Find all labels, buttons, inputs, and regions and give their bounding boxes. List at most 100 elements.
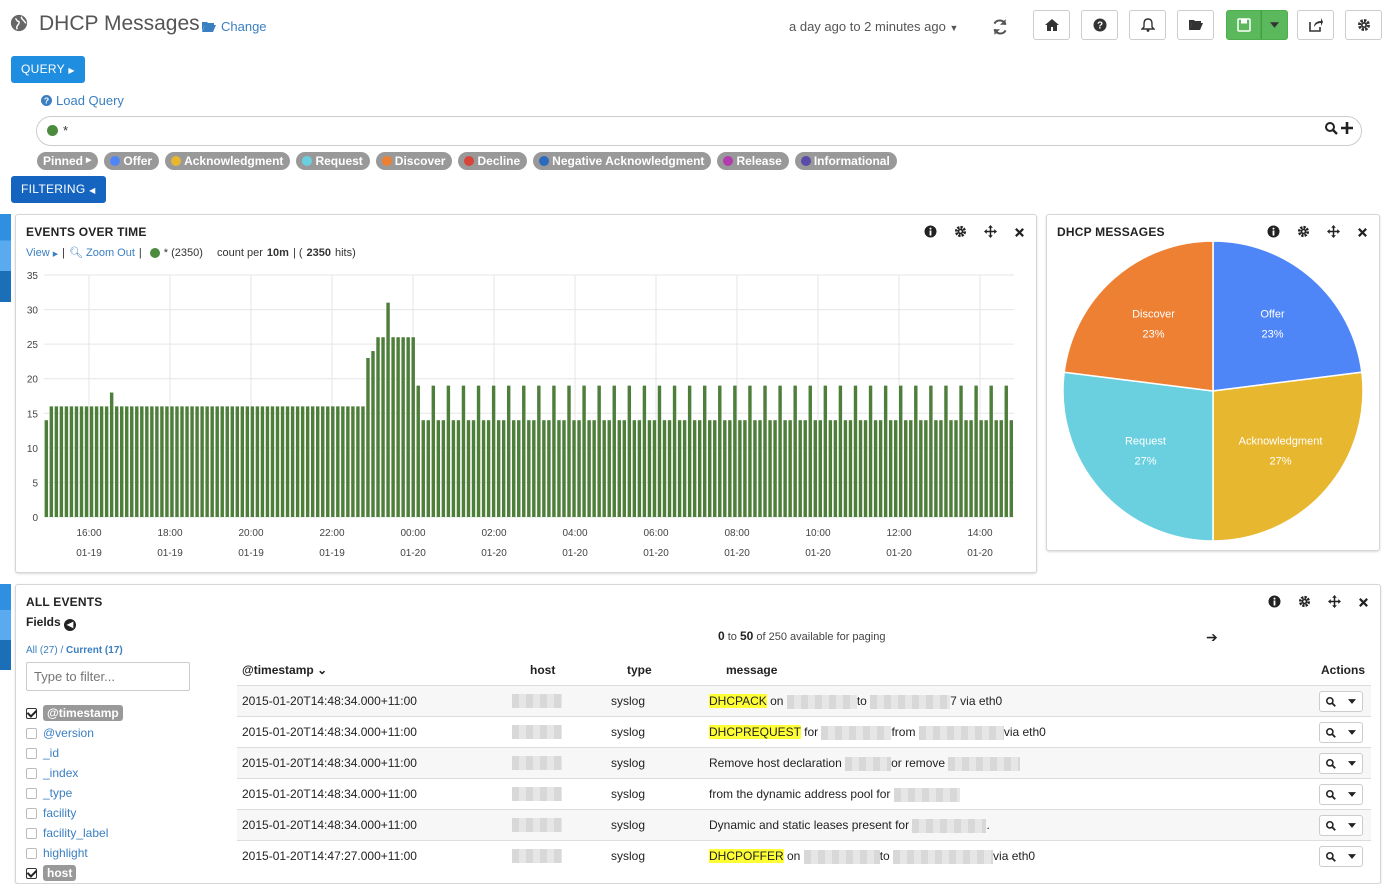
field-name[interactable]: facility [43, 806, 76, 820]
search-icon[interactable] [1325, 122, 1338, 135]
pinned-query-offer[interactable]: Offer [104, 152, 160, 170]
field-checkbox[interactable] [26, 847, 37, 859]
field-name[interactable]: _type [43, 786, 72, 800]
pinned-query-acknowledgment[interactable]: Acknowledgment [165, 152, 291, 170]
move-icon[interactable] [1327, 225, 1340, 238]
next-page-arrow-icon[interactable]: ➔ [1206, 629, 1218, 646]
field-name[interactable]: @timestamp [43, 705, 123, 721]
close-icon[interactable] [1358, 595, 1371, 608]
tab-all-fields[interactable]: All (27) [26, 645, 58, 656]
field-item[interactable]: _index [26, 763, 123, 783]
table-row[interactable]: 2015-01-20T14:48:34.000+11:00 syslog Dynam… [237, 809, 1371, 840]
pinned-query-release[interactable]: Release [717, 152, 789, 170]
home-button[interactable] [1033, 10, 1070, 40]
table-row[interactable]: 2015-01-20T14:48:34.000+11:00 syslog DHCPA… [237, 685, 1371, 716]
field-item[interactable]: _type [26, 783, 123, 803]
close-icon[interactable] [1357, 225, 1370, 238]
field-name[interactable]: host [43, 865, 77, 881]
column-header-host[interactable]: host [530, 663, 555, 677]
column-header-type[interactable]: type [627, 663, 652, 677]
move-icon[interactable] [984, 225, 997, 238]
filtering-toggle-button[interactable]: FILTERING ◀ [11, 176, 106, 203]
field-filter-input[interactable] [26, 662, 190, 691]
field-name[interactable]: highlight [43, 846, 88, 860]
row-collapse-handle[interactable] [0, 584, 11, 670]
save-dropdown-button[interactable] [1261, 10, 1288, 40]
settings-button[interactable] [1345, 10, 1382, 40]
tab-current-fields[interactable]: Current (17) [66, 645, 123, 656]
events-bar-chart[interactable]: 0 5 10 15 20 25 30 35 16:00 01-19 18:00 01-19 20:00 0… [16, 265, 1036, 570]
pinned-query-label: Decline [477, 154, 521, 168]
gear-icon[interactable] [954, 225, 967, 238]
share-button[interactable] [1297, 10, 1334, 40]
row-collapse-handle[interactable] [0, 214, 11, 302]
close-icon[interactable] [1014, 225, 1027, 238]
gear-icon[interactable] [1297, 225, 1310, 238]
row-actions-button[interactable] [1319, 784, 1363, 805]
field-checkbox[interactable] [26, 747, 37, 759]
plus-icon[interactable] [1341, 122, 1353, 134]
row-actions-button[interactable] [1319, 722, 1363, 743]
field-name[interactable]: _id [43, 746, 59, 760]
pinned-query-negative-acknowledgment[interactable]: Negative Acknowledgment [533, 152, 712, 170]
pinned-query-decline[interactable]: Decline [458, 152, 528, 170]
fields-header[interactable]: Fields ◀ [26, 615, 77, 631]
table-row[interactable]: 2015-01-20T14:48:34.000+11:00 syslog DHCPR… [237, 716, 1371, 747]
field-name[interactable]: _index [43, 766, 78, 780]
column-header-timestamp[interactable]: @timestamp ⌄ [242, 663, 327, 677]
pinned-query-discover[interactable]: Discover [375, 152, 453, 170]
info-icon[interactable] [924, 225, 937, 238]
row-actions-button[interactable] [1319, 753, 1363, 774]
table-row[interactable]: 2015-01-20T14:48:34.000+11:00 syslog from … [237, 778, 1371, 809]
info-icon[interactable] [1267, 225, 1280, 238]
query-color-dot[interactable] [47, 125, 58, 136]
field-item[interactable]: facility_label [26, 823, 123, 843]
field-name[interactable]: @version [43, 726, 94, 740]
field-name[interactable]: facility_label [43, 826, 108, 840]
row-actions-button[interactable] [1319, 846, 1363, 867]
view-menu[interactable]: View ▶ [26, 247, 58, 259]
chart-bar [702, 385, 707, 517]
message-part: from the dynamic address pool for [709, 787, 894, 801]
pinned-query-request[interactable]: Request [296, 152, 370, 170]
gear-icon[interactable] [1298, 595, 1311, 608]
zoom-out-link[interactable]: 🔍︎ Zoom Out [69, 246, 135, 259]
table-row[interactable]: 2015-01-20T14:47:27.000+11:00 syslog DHCPO… [237, 840, 1371, 871]
field-item[interactable]: @timestamp [26, 703, 123, 723]
field-checkbox[interactable] [26, 767, 37, 779]
field-checkbox[interactable] [26, 787, 37, 799]
table-row[interactable]: 2015-01-20T14:48:34.000+11:00 syslog Remov… [237, 747, 1371, 778]
move-icon[interactable] [1328, 595, 1341, 608]
load-dashboard-button[interactable] [1177, 10, 1214, 40]
alerts-button[interactable] [1129, 10, 1166, 40]
field-item[interactable]: host [26, 863, 123, 883]
change-dashboard-link[interactable]: Change [202, 19, 267, 34]
field-item[interactable]: facility [26, 803, 123, 823]
dhcp-pie-chart[interactable]: Offer 23% Acknowledgment 27% Request 27% Disco… [1047, 239, 1379, 549]
field-checkbox[interactable] [26, 827, 37, 839]
pinned-query-informational[interactable]: Informational [794, 152, 897, 170]
refresh-icon[interactable] [991, 18, 1009, 36]
help-button[interactable]: ? [1081, 10, 1118, 40]
field-checkbox[interactable] [26, 867, 37, 879]
chart-bar [386, 302, 390, 517]
field-item[interactable]: @version [26, 723, 123, 743]
column-header-message[interactable]: message [726, 663, 777, 677]
chart-bar [341, 406, 345, 517]
query-input[interactable]: * [36, 116, 1362, 146]
row-actions-button[interactable] [1319, 815, 1363, 836]
time-range-picker[interactable]: a day ago to 2 minutes ago ▼ [789, 19, 958, 34]
field-item[interactable]: _id [26, 743, 123, 763]
info-icon[interactable] [1268, 595, 1281, 608]
pinned-toggle[interactable]: Pinned ▶ [37, 152, 99, 170]
field-item[interactable]: highlight [26, 843, 123, 863]
field-checkbox[interactable] [26, 807, 37, 819]
save-button[interactable] [1226, 10, 1261, 40]
load-query-link[interactable]: ? Load Query [41, 93, 124, 108]
query-toggle-button[interactable]: QUERY ▶ [11, 56, 85, 83]
field-checkbox[interactable] [26, 727, 37, 739]
query-text[interactable]: * [63, 123, 68, 138]
row-actions-button[interactable] [1319, 691, 1363, 712]
field-checkbox[interactable] [26, 707, 37, 719]
pie-slice[interactable] [1212, 240, 1363, 392]
